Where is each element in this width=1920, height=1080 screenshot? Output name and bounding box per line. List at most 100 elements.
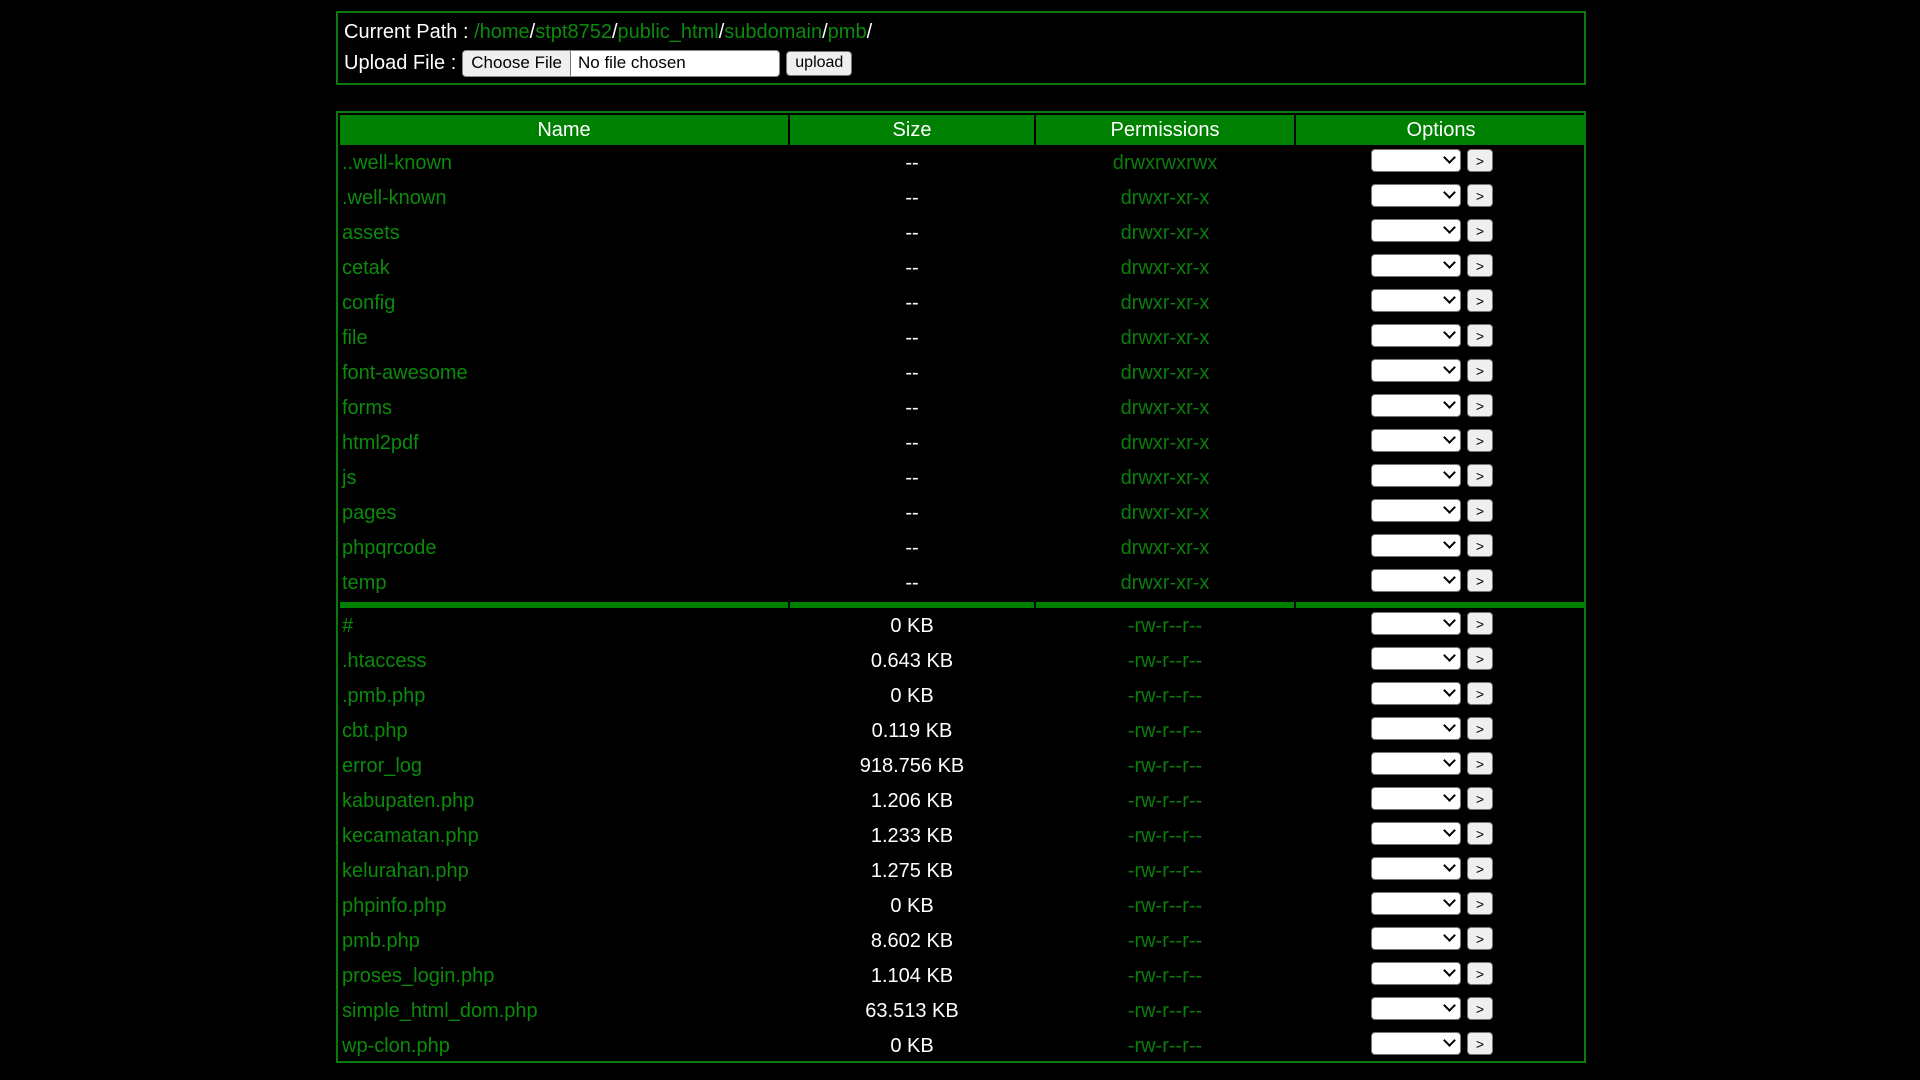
action-select[interactable] xyxy=(1371,927,1461,950)
directory-permissions[interactable]: drwxr-xr-x xyxy=(1036,322,1294,355)
go-button[interactable]: > xyxy=(1467,892,1493,915)
go-button[interactable]: > xyxy=(1467,927,1493,950)
action-select[interactable] xyxy=(1371,394,1461,417)
directory-name-link[interactable]: file xyxy=(342,327,368,349)
directory-permissions[interactable]: drwxr-xr-x xyxy=(1036,462,1294,495)
go-button[interactable]: > xyxy=(1467,997,1493,1020)
directory-name-link[interactable]: js xyxy=(342,467,356,489)
file-name-link[interactable]: .pmb.php xyxy=(342,685,425,707)
action-select[interactable] xyxy=(1371,717,1461,740)
go-button[interactable]: > xyxy=(1467,822,1493,845)
action-select[interactable] xyxy=(1371,219,1461,242)
go-button[interactable]: > xyxy=(1467,1032,1493,1055)
action-select[interactable] xyxy=(1371,997,1461,1020)
directory-permissions[interactable]: drwxrwxrwx xyxy=(1036,147,1294,180)
action-select[interactable] xyxy=(1371,647,1461,670)
file-name-link[interactable]: wp-clon.php xyxy=(342,1035,450,1057)
directory-permissions[interactable]: drwxr-xr-x xyxy=(1036,427,1294,460)
file-permissions[interactable]: -rw-r--r-- xyxy=(1036,925,1294,958)
file-permissions[interactable]: -rw-r--r-- xyxy=(1036,995,1294,1028)
file-permissions[interactable]: -rw-r--r-- xyxy=(1036,855,1294,888)
file-name-link[interactable]: kelurahan.php xyxy=(342,860,469,882)
directory-name-link[interactable]: ..well-known xyxy=(342,152,452,174)
directory-name-link[interactable]: cetak xyxy=(342,257,390,279)
file-name-link[interactable]: cbt.php xyxy=(342,720,408,742)
upload-button[interactable]: upload xyxy=(786,50,853,76)
go-button[interactable]: > xyxy=(1467,359,1493,382)
go-button[interactable]: > xyxy=(1467,752,1493,775)
go-button[interactable]: > xyxy=(1467,612,1493,635)
action-select[interactable] xyxy=(1371,499,1461,522)
go-button[interactable]: > xyxy=(1467,682,1493,705)
path-segment-stpt8752[interactable]: stpt8752 xyxy=(535,21,612,43)
file-name-link[interactable]: phpinfo.php xyxy=(342,895,447,917)
action-select[interactable] xyxy=(1371,149,1461,172)
file-permissions[interactable]: -rw-r--r-- xyxy=(1036,820,1294,853)
file-name-link[interactable]: pmb.php xyxy=(342,930,420,952)
go-button[interactable]: > xyxy=(1467,534,1493,557)
directory-name-link[interactable]: temp xyxy=(342,572,386,594)
directory-permissions[interactable]: drwxr-xr-x xyxy=(1036,532,1294,565)
file-name-link[interactable]: proses_login.php xyxy=(342,965,494,987)
action-select[interactable] xyxy=(1371,892,1461,915)
go-button[interactable]: > xyxy=(1467,289,1493,312)
go-button[interactable]: > xyxy=(1467,962,1493,985)
file-permissions[interactable]: -rw-r--r-- xyxy=(1036,610,1294,643)
go-button[interactable]: > xyxy=(1467,149,1493,172)
directory-name-link[interactable]: font-awesome xyxy=(342,362,468,384)
go-button[interactable]: > xyxy=(1467,787,1493,810)
go-button[interactable]: > xyxy=(1467,184,1493,207)
action-select[interactable] xyxy=(1371,612,1461,635)
directory-permissions[interactable]: drwxr-xr-x xyxy=(1036,217,1294,250)
action-select[interactable] xyxy=(1371,857,1461,880)
action-select[interactable] xyxy=(1371,184,1461,207)
go-button[interactable]: > xyxy=(1467,717,1493,740)
action-select[interactable] xyxy=(1371,682,1461,705)
file-permissions[interactable]: -rw-r--r-- xyxy=(1036,960,1294,993)
file-permissions[interactable]: -rw-r--r-- xyxy=(1036,645,1294,678)
path-segment-public_html[interactable]: public_html xyxy=(618,21,719,43)
directory-permissions[interactable]: drwxr-xr-x xyxy=(1036,252,1294,285)
directory-name-link[interactable]: forms xyxy=(342,397,392,419)
directory-permissions[interactable]: drwxr-xr-x xyxy=(1036,357,1294,390)
go-button[interactable]: > xyxy=(1467,464,1493,487)
file-permissions[interactable]: -rw-r--r-- xyxy=(1036,785,1294,818)
action-select[interactable] xyxy=(1371,752,1461,775)
go-button[interactable]: > xyxy=(1467,499,1493,522)
action-select[interactable] xyxy=(1371,289,1461,312)
file-name-link[interactable]: simple_html_dom.php xyxy=(342,1000,538,1022)
go-button[interactable]: > xyxy=(1467,569,1493,592)
action-select[interactable] xyxy=(1371,324,1461,347)
file-name-link[interactable]: kabupaten.php xyxy=(342,790,474,812)
directory-permissions[interactable]: drwxr-xr-x xyxy=(1036,567,1294,600)
action-select[interactable] xyxy=(1371,464,1461,487)
action-select[interactable] xyxy=(1371,254,1461,277)
file-name-link[interactable]: kecamatan.php xyxy=(342,825,479,847)
directory-name-link[interactable]: pages xyxy=(342,502,397,524)
action-select[interactable] xyxy=(1371,1032,1461,1055)
action-select[interactable] xyxy=(1371,429,1461,452)
directory-permissions[interactable]: drwxr-xr-x xyxy=(1036,392,1294,425)
go-button[interactable]: > xyxy=(1467,429,1493,452)
choose-file-button[interactable]: Choose File xyxy=(463,50,571,76)
directory-name-link[interactable]: phpqrcode xyxy=(342,537,437,559)
go-button[interactable]: > xyxy=(1467,254,1493,277)
directory-permissions[interactable]: drwxr-xr-x xyxy=(1036,497,1294,530)
go-button[interactable]: > xyxy=(1467,394,1493,417)
action-select[interactable] xyxy=(1371,962,1461,985)
file-permissions[interactable]: -rw-r--r-- xyxy=(1036,680,1294,713)
file-name-link[interactable]: # xyxy=(342,615,353,637)
file-permissions[interactable]: -rw-r--r-- xyxy=(1036,750,1294,783)
action-select[interactable] xyxy=(1371,822,1461,845)
go-button[interactable]: > xyxy=(1467,219,1493,242)
directory-permissions[interactable]: drwxr-xr-x xyxy=(1036,182,1294,215)
file-permissions[interactable]: -rw-r--r-- xyxy=(1036,715,1294,748)
file-name-link[interactable]: error_log xyxy=(342,755,422,777)
action-select[interactable] xyxy=(1371,787,1461,810)
directory-permissions[interactable]: drwxr-xr-x xyxy=(1036,287,1294,320)
action-select[interactable] xyxy=(1371,359,1461,382)
file-name-link[interactable]: .htaccess xyxy=(342,650,426,672)
directory-name-link[interactable]: config xyxy=(342,292,395,314)
go-button[interactable]: > xyxy=(1467,857,1493,880)
action-select[interactable] xyxy=(1371,569,1461,592)
